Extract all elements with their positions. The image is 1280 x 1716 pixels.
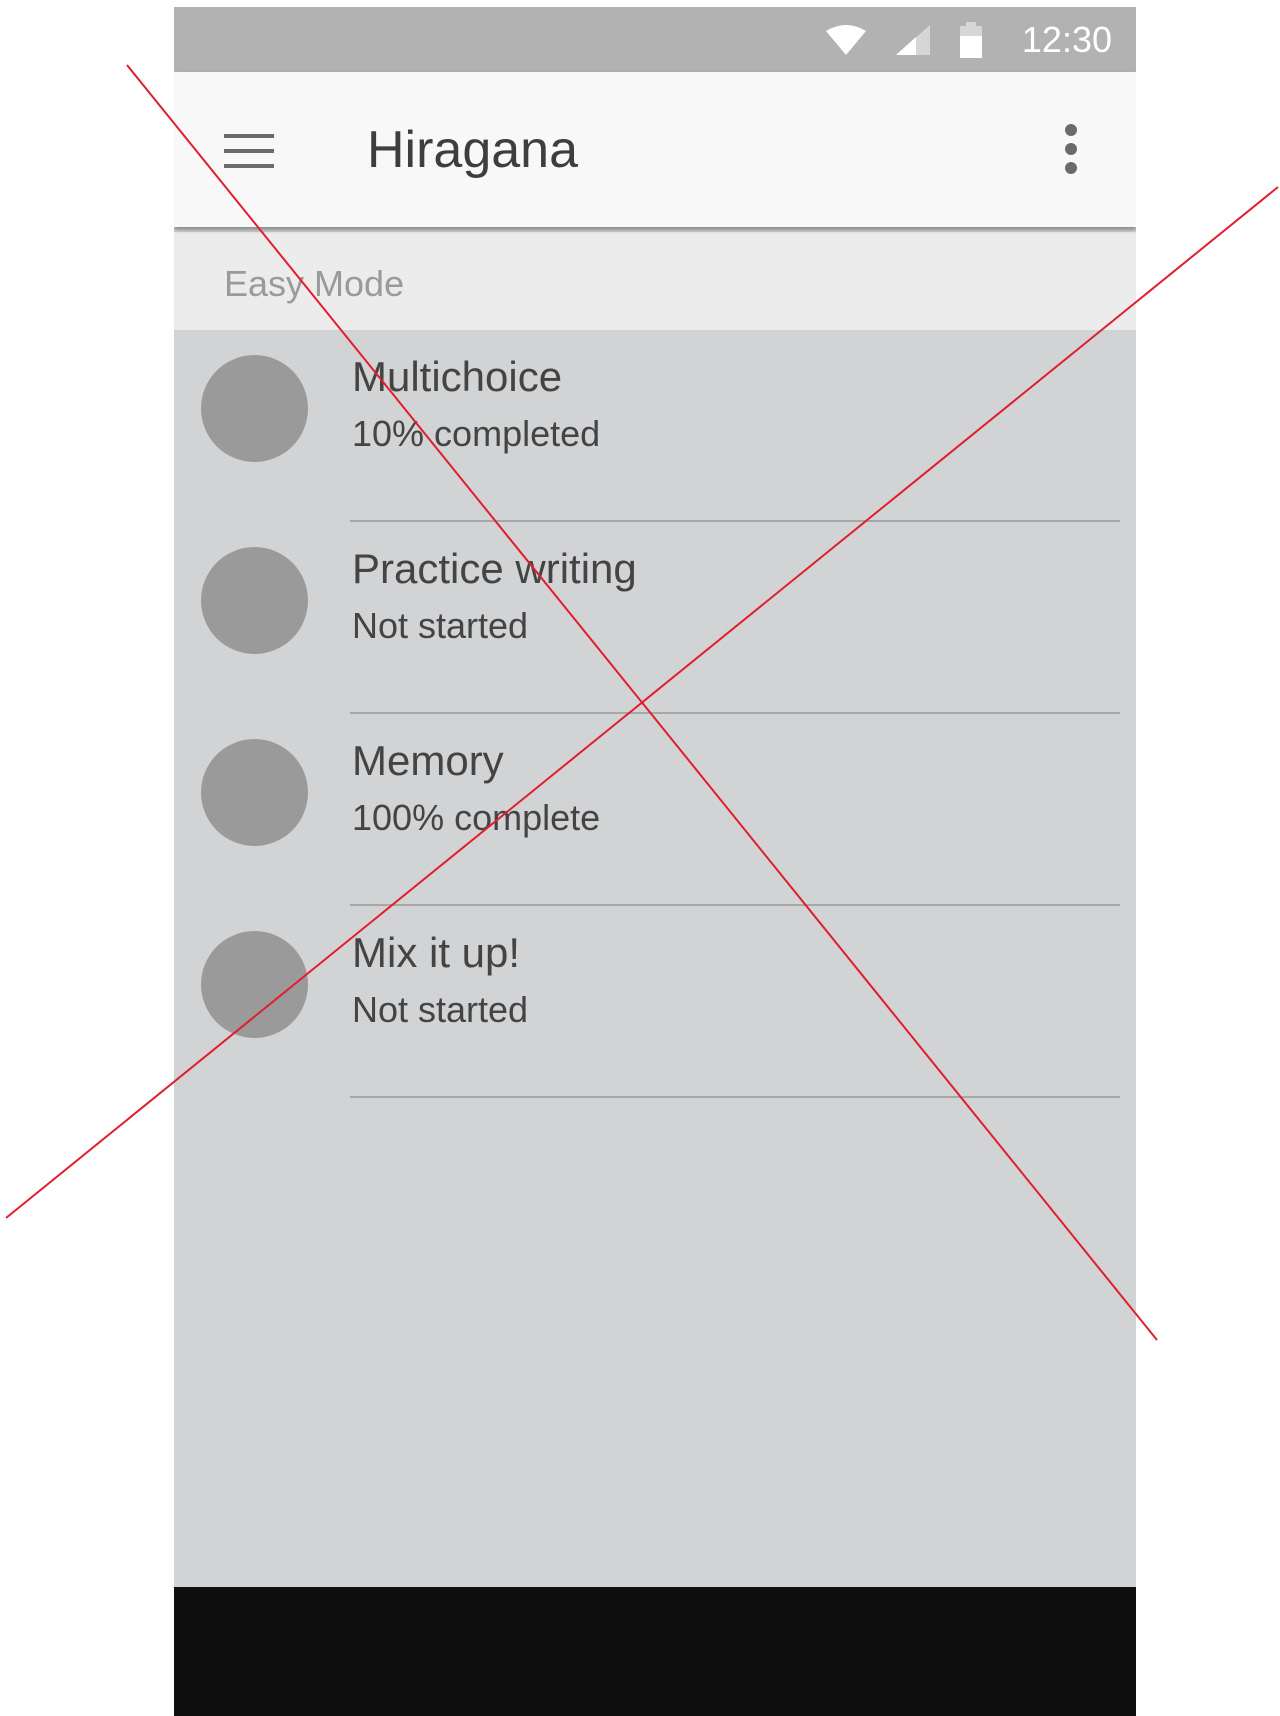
avatar bbox=[201, 355, 308, 462]
overflow-menu-icon[interactable] bbox=[1064, 124, 1078, 174]
divider bbox=[350, 1096, 1120, 1098]
phone-screen: 12:30 Hiragana Easy Mode Multichoice 10%… bbox=[174, 7, 1136, 1716]
navigation-bar bbox=[174, 1587, 1136, 1716]
section-header: Easy Mode bbox=[174, 232, 1136, 330]
list-item-mix-it-up[interactable]: Mix it up! Not started bbox=[174, 906, 1136, 1098]
list-item-practice-writing[interactable]: Practice writing Not started bbox=[174, 522, 1136, 714]
item-title: Mix it up! bbox=[352, 929, 521, 976]
avatar bbox=[201, 739, 308, 846]
list-item-memory[interactable]: Memory 100% complete bbox=[174, 714, 1136, 906]
wifi-icon bbox=[825, 24, 866, 55]
status-bar: 12:30 bbox=[174, 7, 1136, 72]
item-title: Memory bbox=[352, 737, 504, 784]
item-title: Practice writing bbox=[352, 545, 637, 592]
avatar bbox=[201, 931, 308, 1038]
app-title: Hiragana bbox=[367, 121, 579, 179]
app-bar: Hiragana bbox=[174, 72, 1136, 227]
battery-icon bbox=[959, 21, 982, 58]
item-progress: Not started bbox=[352, 605, 529, 646]
section-label: Easy Mode bbox=[224, 263, 405, 304]
item-title: Multichoice bbox=[352, 353, 563, 400]
list-item-multichoice[interactable]: Multichoice 10% completed bbox=[174, 330, 1136, 522]
item-progress: 100% complete bbox=[352, 797, 601, 838]
item-progress: 10% completed bbox=[352, 413, 601, 454]
status-icons: 12:30 bbox=[825, 7, 1112, 72]
mode-list: Multichoice 10% completed Practice writi… bbox=[174, 330, 1136, 1098]
avatar bbox=[201, 547, 308, 654]
signal-icon bbox=[895, 24, 930, 55]
item-progress: Not started bbox=[352, 989, 529, 1030]
status-time: 12:30 bbox=[1021, 18, 1112, 60]
menu-icon[interactable] bbox=[224, 134, 274, 168]
